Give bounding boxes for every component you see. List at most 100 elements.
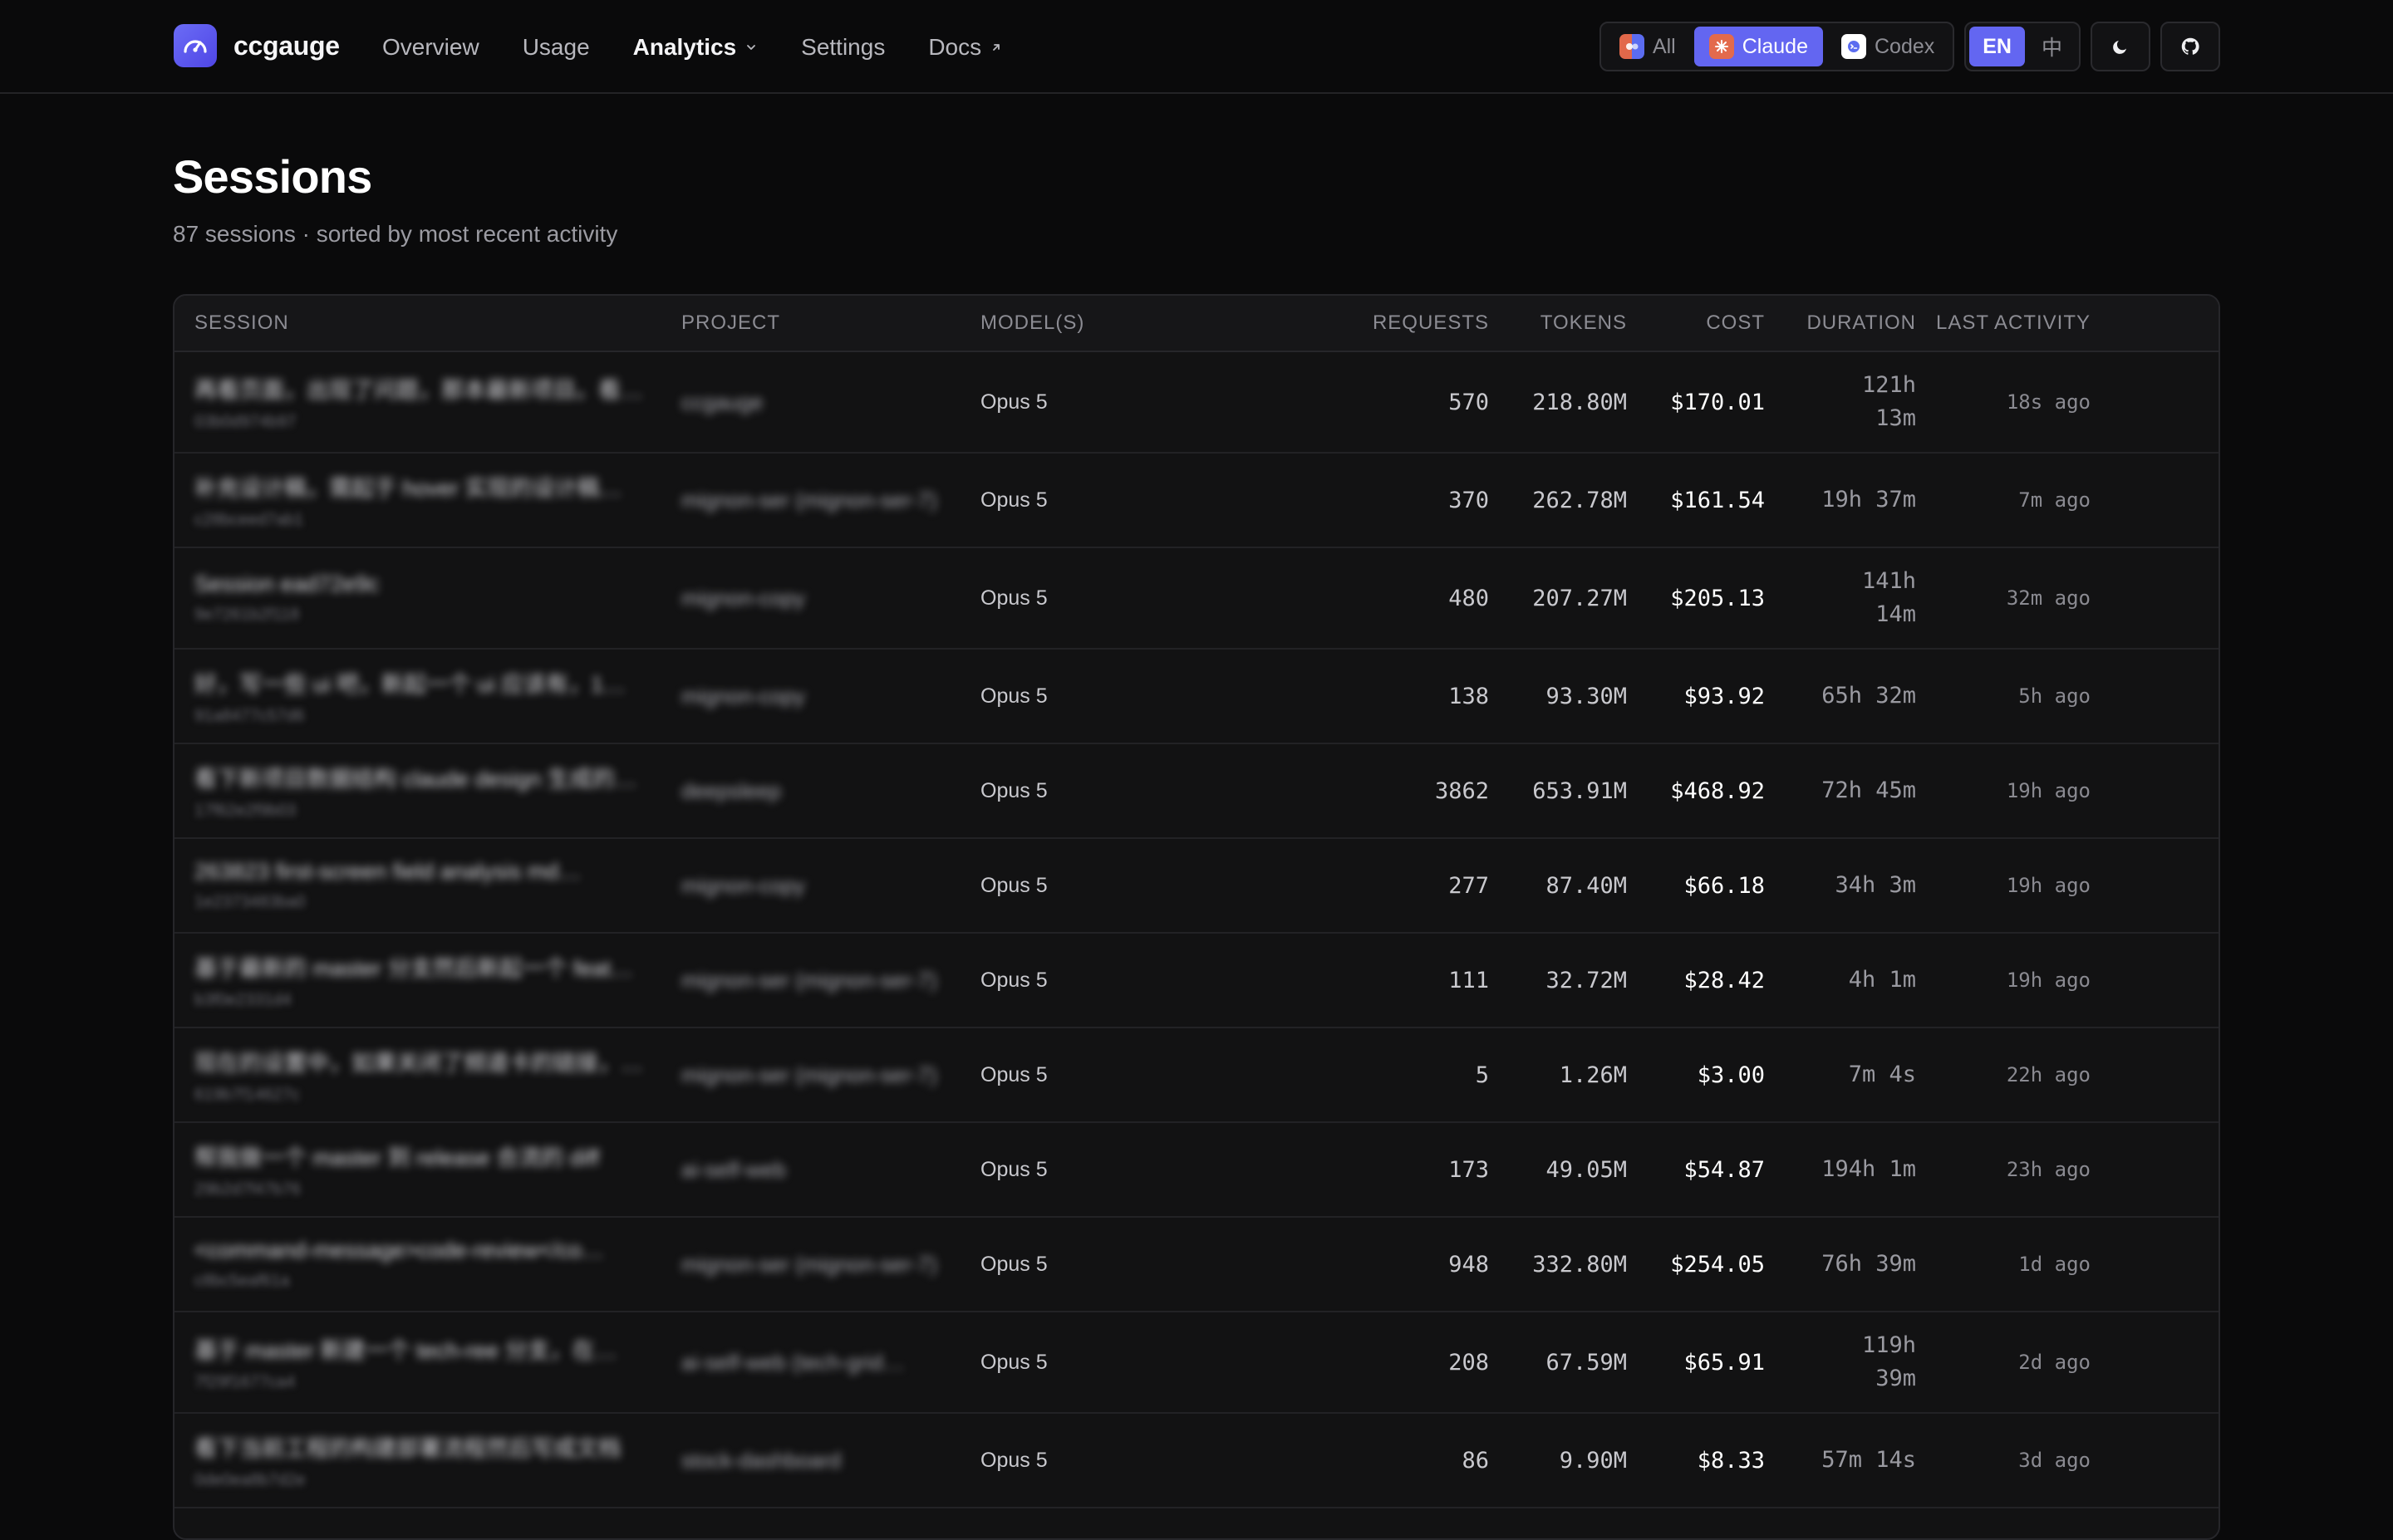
cost-cell: $8.33 [1697, 1447, 1765, 1474]
project-name: mignon-copy [681, 872, 805, 898]
language-switcher: EN 中 [1964, 22, 2081, 71]
nav-usage[interactable]: Usage [523, 34, 590, 61]
nav-docs[interactable]: Docs [928, 34, 1003, 61]
session-id: 03b0d974b97 [194, 413, 297, 431]
filter-all-button[interactable]: All [1604, 27, 1691, 66]
table-row[interactable]: 看下当前工程的构建部署流程然后写成文档 0de0ea8b7d2e stock-d… [174, 1414, 2219, 1508]
session-id: 619b7f14627c [194, 1086, 300, 1104]
header-session[interactable]: SESSION [174, 311, 681, 335]
requests-cell: 480 [1448, 585, 1489, 611]
table-row[interactable]: 现在的设置中，如果关闭了频道卡的链接，… 619b7f14627c mignon… [174, 1028, 2219, 1123]
session-cell: 帮我做一个 master 到 release 合流的 diff 29b2d7f4… [174, 1140, 681, 1199]
table-row[interactable]: 基于最新的 master 分支然后新起一个 feat… b3f0e2331d4 … [174, 934, 2219, 1028]
tokens-cell: 67.59M [1545, 1349, 1627, 1376]
project-name: ai-self-web [681, 1156, 786, 1182]
duration-line: 7m 4s [1848, 1062, 1916, 1087]
model-cell: Opus 5 [980, 1448, 1048, 1472]
model-cell: Opus 5 [980, 873, 1048, 897]
session-cell: 再看页面，出现了问题，那本最新项目。看… 03b0d974b97 [174, 372, 681, 432]
tokens-cell: 1.26M [1559, 1062, 1627, 1088]
table-row[interactable]: 好，写一些 ui 吧，新起一个 ui 应该有，1… 91a8477c57d6 m… [174, 650, 2219, 744]
top-navigation-bar: ccgauge Overview Usage Analytics Setting… [0, 0, 2393, 94]
table-row[interactable]: Session ead72e9c 9e7261b2f118 mignon-cop… [174, 548, 2219, 650]
table-body: 再看页面，出现了问题，那本最新项目。看… 03b0d974b97 ccgauge… [174, 352, 2219, 1508]
session-title: 263823 first-screen field analysis md… [194, 859, 582, 884]
language-en-button[interactable]: EN [1969, 27, 2025, 66]
requests-cell: 370 [1448, 487, 1489, 513]
duration-line: 194h 1m [1821, 1156, 1916, 1182]
table-row[interactable]: 再看页面，出现了问题，那本最新项目。看… 03b0d974b97 ccgauge… [174, 352, 2219, 454]
requests-cell: 111 [1448, 967, 1489, 993]
header-models[interactable]: MODEL(S) [980, 311, 1346, 335]
cost-cell: $3.00 [1697, 1062, 1765, 1088]
theme-toggle-button[interactable] [2091, 22, 2150, 71]
duration-cell: 121h 13m [1765, 369, 1916, 435]
session-cell: 好，写一些 ui 吧，新起一个 ui 应该有，1… 91a8477c57d6 [174, 666, 681, 726]
requests-cell: 86 [1462, 1447, 1489, 1474]
table-row[interactable]: 补充设计稿，需起于 hover 实现的设计稿… c28bceed7ab1 mig… [174, 454, 2219, 548]
brand-name: ccgauge [233, 30, 340, 61]
session-cell: 看下当前工程的构建部署流程然后写成文档 0de0ea8b7d2e [174, 1430, 681, 1490]
brand[interactable]: ccgauge [174, 24, 340, 67]
table-row[interactable]: 263823 first-screen field analysis md… 1… [174, 839, 2219, 934]
header-last-activity[interactable]: LAST ACTIVITY [1916, 311, 2110, 335]
duration-cell: 65h 32m [1765, 679, 1916, 713]
cost-cell: $170.01 [1670, 389, 1765, 415]
last-activity-cell: 19h ago [2006, 969, 2091, 992]
duration-cell: 72h 45m [1765, 774, 1916, 807]
filter-codex-button[interactable]: Codex [1826, 27, 1949, 66]
project-cell: mignon-copy [681, 873, 980, 899]
cost-cell: $254.05 [1670, 1251, 1765, 1278]
nav-settings[interactable]: Settings [801, 34, 885, 61]
project-cell: stock-dashboard [681, 1448, 980, 1474]
language-zh-button[interactable]: 中 [2028, 27, 2076, 66]
duration-cell: 194h 1m [1765, 1153, 1916, 1186]
project-cell: ccgauge [681, 390, 980, 415]
model-cell: Opus 5 [980, 1350, 1048, 1374]
table-row[interactable]: 基于 master 新建一个 tech-ree 分支，在… 7f29f1677c… [174, 1312, 2219, 1414]
session-cell: 基于最新的 master 分支然后新起一个 feat… b3f0e2331d4 [174, 950, 681, 1010]
cost-cell: $205.13 [1670, 585, 1765, 611]
filter-all-label: All [1652, 34, 1676, 58]
header-duration[interactable]: DURATION [1765, 311, 1916, 335]
header-project[interactable]: PROJECT [681, 311, 980, 335]
duration-cell: 119h 39m [1765, 1329, 1916, 1395]
model-cell: Opus 5 [980, 968, 1048, 992]
header-cost[interactable]: COST [1627, 311, 1765, 335]
tokens-cell: 93.30M [1545, 683, 1627, 709]
duration-line: 13m [1875, 405, 1916, 431]
session-id: c8bc5eaf61a [194, 1272, 290, 1290]
table-row[interactable]: 看下新项目数据结构 claude design 生成的… 17f62e2f9b0… [174, 744, 2219, 839]
last-activity-cell: 1d ago [2018, 1253, 2091, 1276]
filter-claude-label: Claude [1742, 34, 1808, 58]
table-row[interactable]: <command-message>code-review</co… c8bc5e… [174, 1218, 2219, 1312]
header-tokens[interactable]: TOKENS [1489, 311, 1627, 335]
nav-analytics[interactable]: Analytics [633, 34, 759, 61]
session-id: 1e2373483ba0 [194, 893, 306, 911]
last-activity-cell: 23h ago [2006, 1158, 2091, 1181]
codex-icon [1840, 34, 1866, 59]
header-requests[interactable]: REQUESTS [1346, 311, 1489, 335]
requests-cell: 5 [1475, 1062, 1489, 1088]
table-row[interactable]: 帮我做一个 master 到 release 合流的 diff 29b2d7f4… [174, 1123, 2219, 1218]
duration-line: 19h 37m [1821, 487, 1916, 513]
nav-overview[interactable]: Overview [382, 34, 479, 61]
session-title: 好，写一些 ui 吧，新起一个 ui 应该有，1… [194, 672, 627, 697]
model-cell: Opus 5 [980, 1157, 1048, 1181]
model-cell: Opus 5 [980, 684, 1048, 708]
duration-line: 76h 39m [1821, 1251, 1916, 1277]
last-activity-cell: 3d ago [2018, 1449, 2091, 1472]
duration-line: 72h 45m [1821, 777, 1916, 803]
github-button[interactable] [2160, 22, 2220, 71]
session-title: 基于 master 新建一个 tech-ree 分支，在… [194, 1338, 617, 1363]
project-name: stock-dashboard [681, 1447, 842, 1473]
filter-claude-button[interactable]: Claude [1693, 27, 1823, 66]
project-cell: ai-self-web (tech-grid… [681, 1350, 980, 1376]
session-id: 7f29f1677ca4 [194, 1373, 296, 1391]
session-title: Session ead72e9c [194, 571, 380, 596]
last-activity-cell: 7m ago [2018, 488, 2091, 512]
project-name: mignon-ser (mignon-ser-7) [681, 1062, 937, 1087]
session-id: 17f62e2f9b03 [194, 802, 297, 820]
duration-line: 34h 3m [1835, 872, 1916, 898]
page-subtitle: 87 sessions · sorted by most recent acti… [173, 221, 618, 247]
